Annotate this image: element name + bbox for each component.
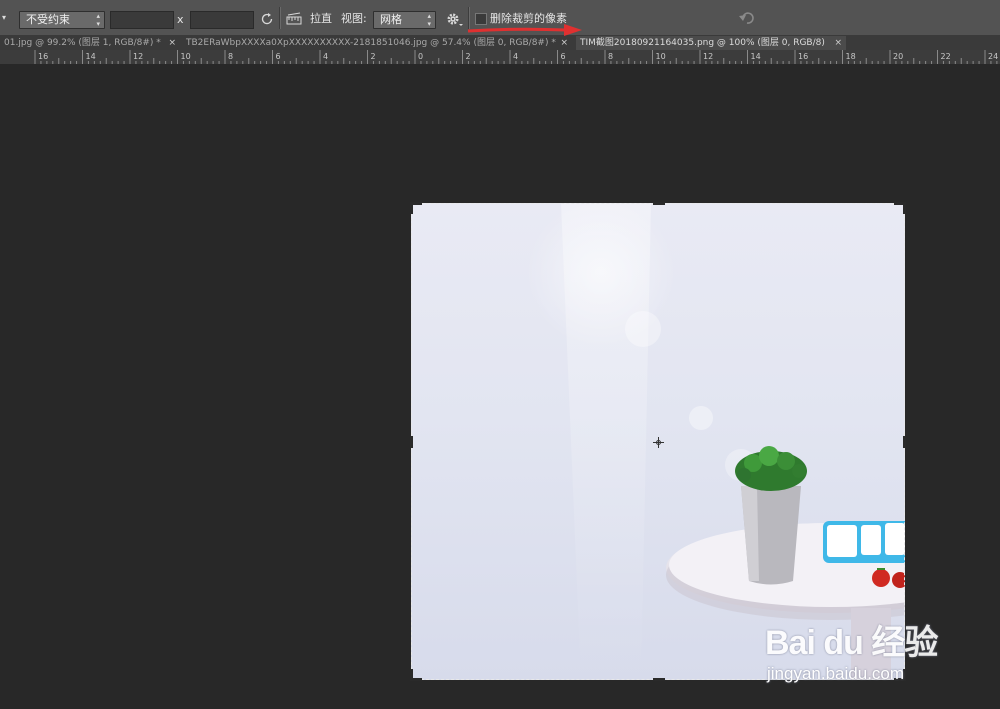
document-tabs: 01.jpg @ 99.2% (图层 1, RGB/8#) * × TB2ERa… — [0, 36, 1000, 50]
tab-label: TIM截图20180921164035.png @ 100% (图层 0, RG… — [580, 38, 825, 48]
crop-height-input[interactable] — [190, 11, 254, 29]
ruler-label: 16 — [798, 52, 808, 61]
ruler-label: 6 — [276, 52, 281, 61]
tab-document-2[interactable]: TB2ERaWbpXXXXa0XpXXXXXXXXXX-2181851046.j… — [182, 36, 572, 50]
tool-preset-dropdown-icon[interactable]: ▾ — [2, 13, 6, 22]
crop-width-input[interactable] — [110, 11, 174, 29]
ruler-label: 0 — [418, 52, 423, 61]
tab-label: 01.jpg @ 99.2% (图层 1, RGB/8#) * — [4, 38, 161, 48]
watermark-url: jingyan.baidu.com — [767, 664, 905, 683]
crop-handle-top[interactable] — [653, 202, 665, 205]
crop-handle-right[interactable] — [903, 436, 906, 448]
gear-icon[interactable] — [446, 11, 464, 27]
select-arrows-icon: ▴ ▾ — [96, 12, 100, 28]
ruler-label: 10 — [181, 52, 191, 61]
ruler-label: 14 — [86, 52, 96, 61]
close-icon[interactable]: × — [834, 36, 842, 50]
crop-handle-top-right[interactable] — [903, 202, 906, 214]
ruler-label: 6 — [561, 52, 566, 61]
close-icon[interactable]: × — [560, 36, 568, 50]
ruler-label: 22 — [941, 52, 951, 61]
overlay-view-value: 网格 — [380, 13, 402, 26]
tab-label: TB2ERaWbpXXXXa0XpXXXXXXXXXX-2181851046.j… — [186, 38, 556, 48]
crop-ratio-value: 不受约束 — [26, 13, 70, 26]
ruler-label: 2 — [466, 52, 471, 61]
ruler-label: 4 — [323, 52, 328, 61]
options-bar: ▾ 不受约束 ▴ ▾ x 拉直 视图: 网格 ▴ ▾ 删除裁剪的像素 — [0, 0, 1000, 36]
horizontal-ruler[interactable]: 16 14 12 10 8 6 4 2 0 2 4 6 8 10 12 14 16 18 20 22 24 — [10, 50, 1000, 65]
ruler-label: 2 — [371, 52, 376, 61]
times-symbol: x — [177, 13, 184, 26]
crop-handle-bottom-left[interactable] — [410, 669, 413, 681]
crop-ratio-select[interactable]: 不受约束 ▴ ▾ — [19, 11, 105, 29]
ruler-label: 24 — [988, 52, 998, 61]
ruler-corner — [0, 50, 10, 64]
baidu-jingyan-watermark: Bai du 经验 jingyan.baidu.com — [765, 600, 965, 690]
ruler-label: 4 — [513, 52, 518, 61]
reset-undo-icon[interactable] — [739, 11, 755, 25]
ruler-label: 16 — [38, 52, 48, 61]
tab-document-1[interactable]: 01.jpg @ 99.2% (图层 1, RGB/8#) * × — [0, 36, 180, 50]
straighten-icon[interactable] — [286, 12, 302, 26]
crop-handle-bottom[interactable] — [653, 678, 665, 681]
ruler-label: 12 — [703, 52, 713, 61]
close-icon[interactable]: × — [168, 36, 176, 50]
crop-handle-top-left[interactable] — [410, 202, 413, 214]
select-arrows-icon: ▴ ▾ — [427, 12, 431, 28]
ruler-label: 8 — [608, 52, 613, 61]
watermark-brand: Bai du 经验 — [765, 624, 938, 662]
swap-dimensions-icon[interactable] — [260, 12, 274, 26]
ruler-label: 8 — [228, 52, 233, 61]
ruler-label: 10 — [656, 52, 666, 61]
tab-document-3[interactable]: TIM截图20180921164035.png @ 100% (图层 0, RG… — [576, 36, 846, 50]
ruler-label: 20 — [893, 52, 903, 61]
divider — [279, 7, 281, 29]
ruler-label: 18 — [846, 52, 856, 61]
crop-center-crosshair-icon — [653, 437, 664, 448]
view-label: 视图: — [341, 12, 367, 25]
ruler-label: 14 — [751, 52, 761, 61]
crop-handle-left[interactable] — [410, 436, 413, 448]
ruler-label: 12 — [133, 52, 143, 61]
straighten-label[interactable]: 拉直 — [310, 12, 332, 26]
overlay-view-select[interactable]: 网格 ▴ ▾ — [373, 11, 436, 29]
